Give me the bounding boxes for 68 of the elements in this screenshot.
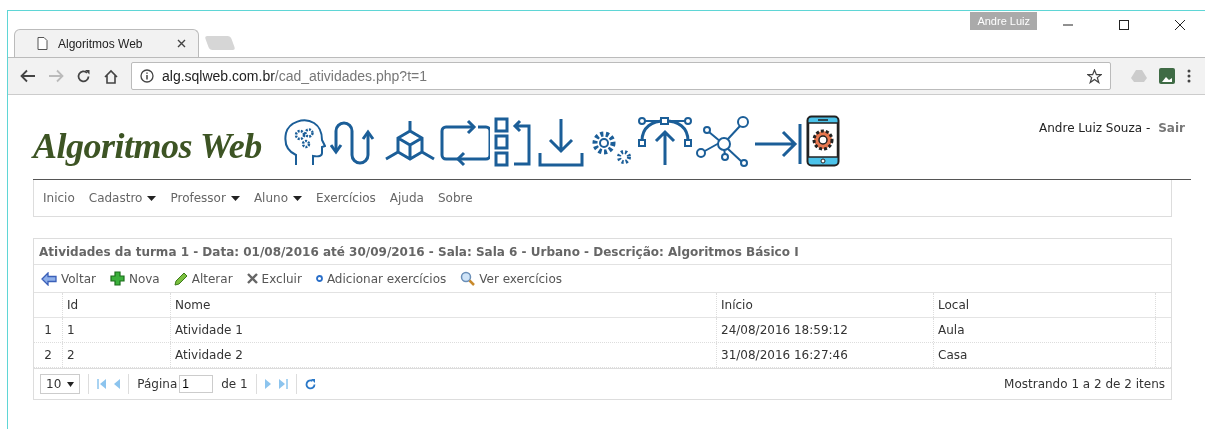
page-total: de 1 (221, 377, 248, 391)
caret-icon (67, 381, 75, 387)
x-icon (246, 273, 258, 284)
back-arrow-icon (41, 271, 57, 286)
home-icon[interactable] (103, 68, 119, 84)
menu-item[interactable]: Sobre (437, 191, 473, 205)
pencil-icon (173, 271, 188, 286)
refresh-icon[interactable] (304, 378, 316, 390)
head-gears-icon (281, 117, 326, 167)
table-cell: 24/08/2016 18:59:12 (717, 318, 934, 342)
bezier-arrow-icon (637, 117, 692, 167)
download-icon (537, 117, 584, 167)
column-header[interactable]: Id (63, 293, 171, 317)
cycle-arrows-icon (439, 119, 490, 167)
logout-link[interactable]: Sair (1158, 121, 1185, 135)
page-size-select[interactable]: 10 (40, 374, 81, 394)
close-icon[interactable] (1174, 19, 1186, 31)
menu-icon[interactable] (1187, 69, 1191, 83)
page-icon (37, 37, 48, 50)
menu-item[interactable]: Ajuda (389, 191, 424, 205)
caret-icon (230, 195, 240, 201)
menu-item[interactable]: Exercícios (316, 191, 376, 205)
maximize-icon[interactable] (1118, 19, 1130, 31)
table-cell: 2 (63, 343, 171, 367)
address-bar[interactable]: alg.sqlweb.com.br/cad_atividades.php?t=1 (131, 62, 1111, 90)
menu-item[interactable]: Inicio (43, 191, 75, 205)
boxes-arrow-icon (493, 117, 534, 167)
record-summary: Mostrando 1 a 2 de 2 itens (1004, 377, 1165, 391)
reload-icon[interactable] (76, 68, 91, 84)
column-header[interactable]: Local (934, 293, 1156, 317)
network-icon (695, 115, 750, 167)
plus-icon (109, 271, 125, 286)
table-cell: Atividade 2 (171, 343, 717, 367)
table-cell: 1 (63, 318, 171, 342)
arrow-bar-icon (753, 121, 802, 167)
table-cell: Atividade 1 (171, 318, 717, 342)
row-number: 2 (34, 343, 63, 367)
page-label: Página (137, 377, 178, 391)
browser-tab[interactable]: Algoritmos Web (14, 29, 199, 57)
caret-icon (147, 195, 157, 201)
menu-item[interactable]: Professor (170, 191, 240, 205)
column-header[interactable]: Início (717, 293, 934, 317)
info-icon[interactable] (140, 69, 154, 83)
dot-icon (315, 275, 323, 282)
toolbar-button[interactable]: Ver exercícios (460, 271, 563, 286)
table-cell: 31/08/2016 16:27:46 (717, 343, 934, 367)
star-icon[interactable] (1087, 68, 1102, 84)
toolbar-button[interactable]: Voltar (41, 271, 96, 286)
toolbar-button[interactable]: Adicionar exercícios (315, 271, 447, 286)
user-name: Andre Luiz Souza - (1039, 121, 1151, 135)
caret-icon (293, 195, 302, 201)
search-icon (460, 271, 476, 286)
row-number: 1 (34, 318, 63, 342)
toolbar-button[interactable]: Nova (109, 271, 160, 286)
toolbar-button[interactable]: Alterar (173, 271, 233, 286)
image-icon[interactable] (1159, 68, 1175, 84)
panel-title: Atividades da turma 1 - Data: 01/08/2016 até 30/09/2016 - Sala: Sala 6 - Urbano - Descrição: Algoritmos Básico I (34, 239, 1171, 265)
phone-gear-icon (805, 115, 840, 167)
table-cell: Casa (934, 343, 1156, 367)
back-icon[interactable] (20, 69, 36, 83)
close-icon[interactable] (177, 39, 186, 48)
page-input[interactable]: 1 (179, 375, 214, 393)
table-cell: Aula (934, 318, 1156, 342)
column-header[interactable]: Nome (171, 293, 717, 317)
menu-item[interactable]: Aluno (253, 191, 302, 205)
menu-item[interactable]: Cadastro (88, 191, 157, 205)
site-logo[interactable]: Algoritmos Web (33, 125, 262, 167)
toolbar-button[interactable]: Excluir (246, 271, 302, 286)
